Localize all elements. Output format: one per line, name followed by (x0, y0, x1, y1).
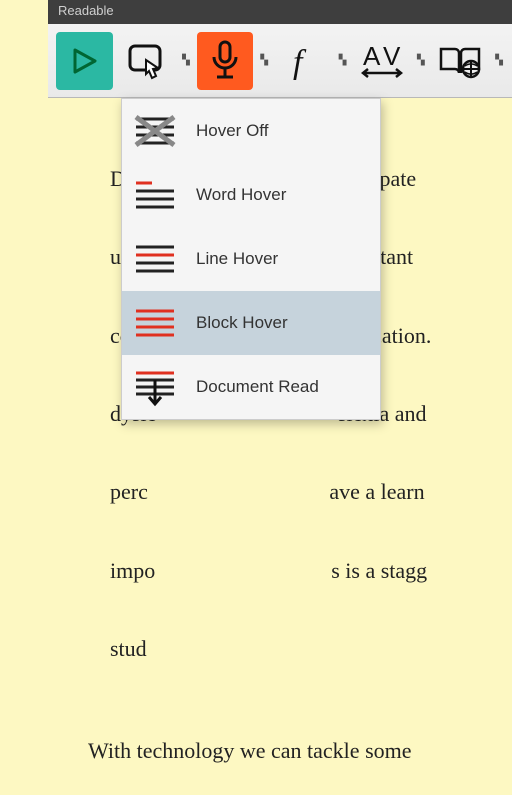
menu-label: Document Read (196, 377, 319, 397)
microphone-button[interactable] (197, 32, 254, 90)
lines-all-red-icon (132, 303, 178, 343)
hover-mode-dropdown: Hover Off Word Hover Line Hover Block Ho… (121, 98, 381, 420)
menu-label: Block Hover (196, 313, 288, 333)
menu-item-document-read[interactable]: Document Read (122, 355, 380, 419)
font-button[interactable]: f (275, 32, 332, 90)
doc-line: perc ave a learn (110, 479, 425, 504)
dictionary-dropdown-caret[interactable]: ▚ (494, 32, 504, 90)
play-button[interactable] (56, 32, 113, 90)
font-dropdown-caret[interactable]: ▚ (338, 32, 348, 90)
window-titlebar: Readable (48, 0, 512, 24)
hover-mode-button[interactable] (119, 32, 176, 90)
lines-arrow-down-icon (132, 367, 178, 407)
spacing-dropdown-caret[interactable]: ▚ (416, 32, 426, 90)
svg-text:A: A (363, 41, 381, 71)
doc-para: With technology we can tackle some (88, 731, 512, 770)
menu-item-line-hover[interactable]: Line Hover (122, 227, 380, 291)
svg-text:V: V (383, 41, 401, 71)
doc-line: impo s is a stagg (110, 558, 427, 583)
mic-dropdown-caret[interactable]: ▚ (259, 32, 269, 90)
lines-top-red-icon (132, 175, 178, 215)
hover-dropdown-caret[interactable]: ▚ (181, 32, 191, 90)
spacing-button[interactable]: A V (353, 32, 410, 90)
toolbar: ▚ ▚ f ▚ A V ▚ (48, 24, 512, 98)
lines-mid-red-icon (132, 239, 178, 279)
menu-label: Line Hover (196, 249, 278, 269)
dictionary-button[interactable] (432, 32, 489, 90)
menu-label: Hover Off (196, 121, 268, 141)
menu-item-block-hover[interactable]: Block Hover (122, 291, 380, 355)
menu-item-word-hover[interactable]: Word Hover (122, 163, 380, 227)
lines-crossed-icon (132, 111, 178, 151)
window-title: Readable (58, 3, 114, 18)
doc-line: stud (110, 636, 147, 661)
menu-label: Word Hover (196, 185, 286, 205)
menu-item-hover-off[interactable]: Hover Off (122, 99, 380, 163)
svg-text:f: f (293, 44, 307, 81)
